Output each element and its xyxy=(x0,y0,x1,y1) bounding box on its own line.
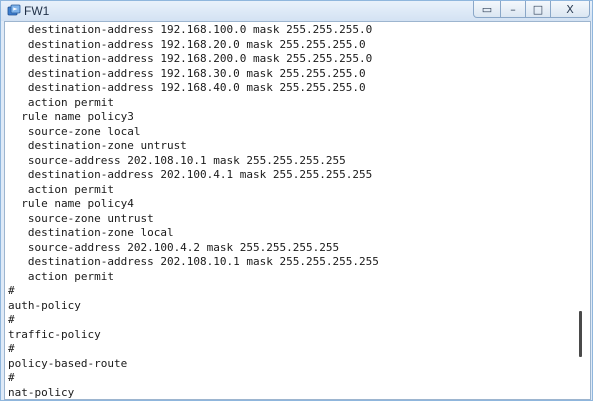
terminal-window: FW1 ▭ – □ X destination-address 192.168.… xyxy=(0,0,593,401)
minimize-icon: – xyxy=(510,2,516,16)
window-controls: ▭ – □ X xyxy=(473,1,590,20)
terminal-line: destination-address 192.168.30.0 mask 25… xyxy=(8,66,366,80)
scroll-thumb[interactable] xyxy=(579,311,582,357)
window-title: FW1 xyxy=(24,4,50,18)
terminal-line: nat-policy xyxy=(8,385,75,399)
close-button[interactable]: X xyxy=(550,1,590,18)
maximize-icon: □ xyxy=(532,2,544,16)
terminal-line: destination-address 192.168.40.0 mask 25… xyxy=(8,81,366,94)
terminal-line: destination-address 192.168.100.0 mask 2… xyxy=(8,23,373,36)
terminal-line: action permit xyxy=(8,269,114,283)
terminal-line: source-zone untrust xyxy=(8,211,154,225)
app-icon xyxy=(7,4,21,16)
vertical-scrollbar[interactable] xyxy=(574,22,590,399)
terminal-line: # xyxy=(8,371,15,384)
terminal-line: destination-address 202.108.10.1 mask 25… xyxy=(8,255,379,268)
terminal-line: auth-policy xyxy=(8,298,81,312)
terminal-line: destination-address 192.168.200.0 mask 2… xyxy=(8,52,373,65)
terminal-line: rule name policy3 xyxy=(8,110,134,123)
terminal-line: destination-address 202.100.4.1 mask 255… xyxy=(8,168,373,181)
terminal-line: destination-address 192.168.20.0 mask 25… xyxy=(8,37,366,51)
terminal-line: source-zone local xyxy=(8,124,141,138)
terminal-line: source-address 202.108.10.1 mask 255.255… xyxy=(8,153,346,167)
maximize-button[interactable]: □ xyxy=(525,1,551,18)
terminal-line: traffic-policy xyxy=(8,327,101,341)
terminal-line: action permit xyxy=(8,182,114,196)
terminal-line: destination-zone untrust xyxy=(8,139,187,152)
terminal-line: action permit xyxy=(8,95,114,109)
restore-button[interactable]: ▭ xyxy=(473,1,501,18)
terminal-line: destination-zone local xyxy=(8,226,174,239)
minimize-button[interactable]: – xyxy=(500,1,526,18)
terminal-output-area[interactable]: destination-address 192.168.100.0 mask 2… xyxy=(4,21,591,400)
terminal-line: # xyxy=(8,313,15,326)
terminal-text[interactable]: destination-address 192.168.100.0 mask 2… xyxy=(8,23,573,399)
terminal-line: source-address 202.100.4.2 mask 255.255.… xyxy=(8,240,340,254)
terminal-line: # xyxy=(8,284,15,297)
restore-icon: ▭ xyxy=(481,2,493,16)
terminal-line: policy-based-route xyxy=(8,356,128,370)
title-bar[interactable]: FW1 ▭ – □ X xyxy=(1,1,592,21)
terminal-line: # xyxy=(8,342,15,355)
close-icon: X xyxy=(566,2,574,16)
terminal-line: rule name policy4 xyxy=(8,197,134,210)
